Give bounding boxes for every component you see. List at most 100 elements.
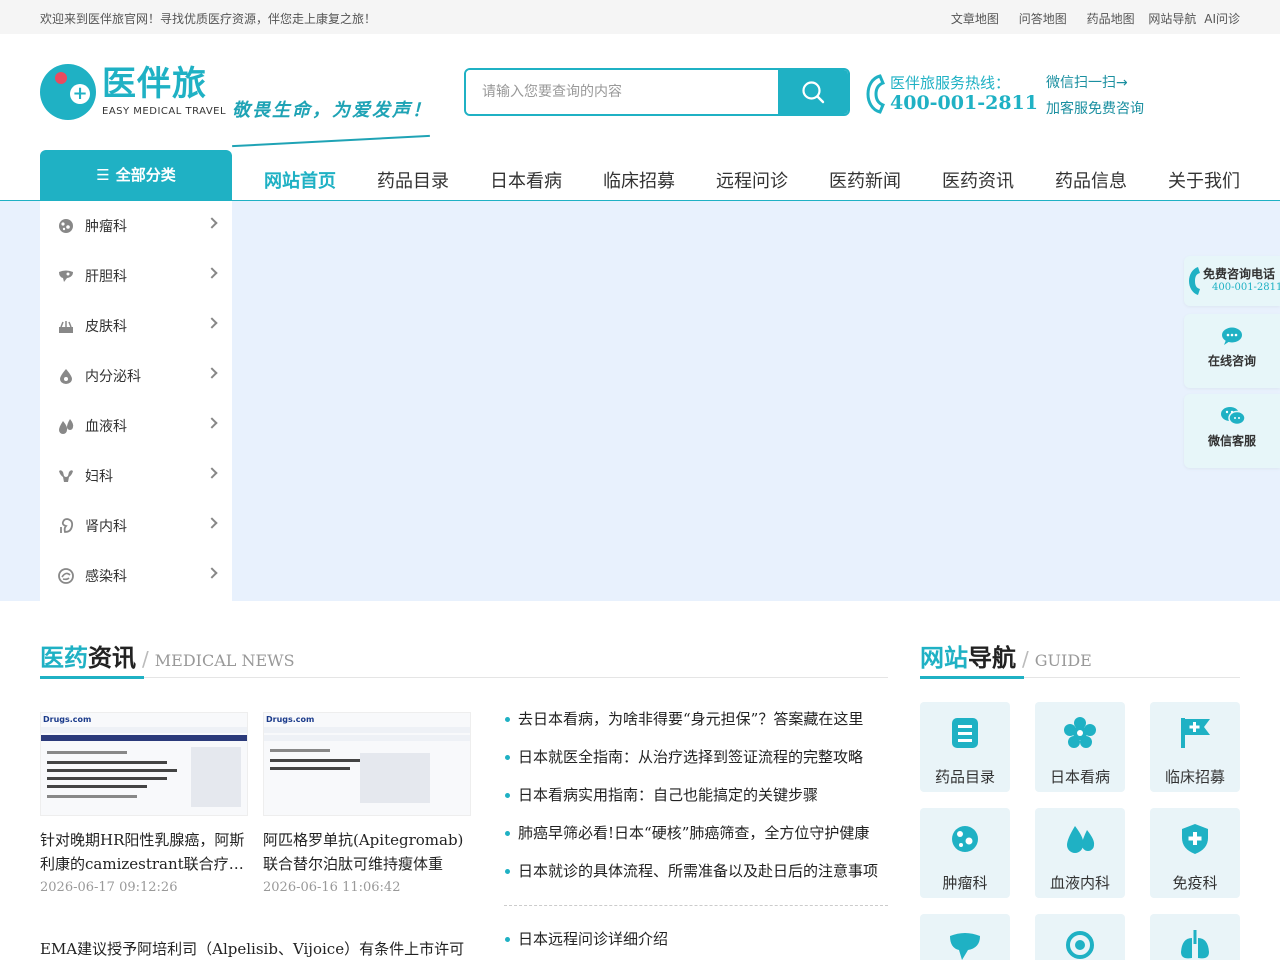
news-card-title[interactable]: 阿匹格罗单抗(Apitegromab)联合替尔泊肽可维持瘦体重: [263, 828, 471, 876]
guide-label: 临床招募: [1164, 768, 1225, 786]
search-button[interactable]: [778, 70, 848, 114]
link-drug-map[interactable]: 药品地图: [1087, 12, 1135, 26]
guide-clinical-recruit[interactable]: 临床招募: [1150, 702, 1240, 792]
news-card[interactable]: Drugs.com 阿匹格罗单抗(Apitegromab)联合替尔泊肽可维持瘦体…: [263, 712, 471, 895]
guide-label: 血液内科: [1049, 874, 1110, 892]
shield-plus-icon: [1182, 824, 1208, 854]
guide-hepatobiliary[interactable]: [920, 914, 1010, 960]
top-bar: 欢迎来到医伴旅官网！寻找优质医疗资源，伴您走上康复之旅！ 文章地图 问答地图 药…: [0, 0, 1280, 34]
link-site-nav[interactable]: 网站导航: [1148, 12, 1196, 26]
guide-label: 肿瘤科: [942, 874, 988, 892]
logo-icon: [40, 64, 96, 120]
link-qa-map[interactable]: 问答地图: [1019, 12, 1067, 26]
nav-home[interactable]: 网站首页: [264, 150, 336, 200]
news-headline[interactable]: EMA建议授予阿培利司（Alpelisib、Vijoice）有条件上市许可: [40, 938, 480, 959]
nav-drug-info[interactable]: 药品信息: [1055, 150, 1127, 200]
list-item[interactable]: 去日本看病，为啥非得要“身元担保”？答案藏在这里: [504, 704, 888, 742]
category-endocrinology[interactable]: 内分泌科: [40, 351, 232, 401]
guide-immunology[interactable]: 免疫科: [1150, 808, 1240, 898]
news-thumbnail[interactable]: Drugs.com: [40, 712, 248, 816]
news-title-main: 资讯: [88, 644, 136, 672]
list-item[interactable]: 日本就诊的具体流程、所需准备以及赴日后的注意事项: [504, 856, 888, 894]
news-card[interactable]: Drugs.com 针对晚期HR阳性乳腺癌，阿斯利康的camizestrant联…: [40, 712, 248, 895]
nav-remote-consult[interactable]: 远程问诊: [716, 150, 788, 200]
news-section-divider: [40, 677, 888, 678]
slogan-underline: [232, 134, 430, 148]
blood-drop-icon: [1067, 826, 1095, 853]
title-slash: /: [142, 647, 149, 671]
search-icon: [802, 81, 825, 104]
category-label: 肾内科: [85, 519, 127, 535]
chevron-right-icon: [206, 567, 218, 579]
category-label: 血液科: [85, 419, 127, 435]
nav-about-us[interactable]: 关于我们: [1168, 150, 1240, 200]
news-card-title[interactable]: 针对晚期HR阳性乳腺癌，阿斯利康的camizestrant联合疗法获批: [40, 828, 248, 876]
header: 医伴旅 EASY MEDICAL TRAVEL 敬畏生命，为爱发声！ 医伴旅服务…: [0, 34, 1280, 150]
logo-en: EASY MEDICAL TRAVEL: [102, 106, 227, 117]
news-list-secondary: 日本远程问诊详细介绍: [504, 924, 888, 960]
news-list-divider: [504, 905, 888, 906]
guide-japan-treatment[interactable]: 日本看病: [1035, 702, 1125, 792]
float-online-consult[interactable]: 在线咨询: [1184, 314, 1280, 388]
wechat-service-label: 微信客服: [1207, 434, 1256, 448]
guide-hematology[interactable]: 血液内科: [1035, 808, 1125, 898]
guide-item-9[interactable]: [1150, 914, 1240, 960]
float-wechat-service[interactable]: 微信客服: [1184, 394, 1280, 468]
guide-section-underline: [920, 676, 1024, 679]
all-categories-button[interactable]: ☰ 全部分类: [40, 150, 232, 201]
category-dermatology[interactable]: 皮肤科: [40, 301, 232, 351]
news-card-date: 2026-06-17 09:12:26: [40, 880, 178, 895]
chevron-right-icon: [206, 367, 218, 379]
nav-medical-news[interactable]: 医药新闻: [829, 150, 901, 200]
nav-medical-info[interactable]: 医药资讯: [942, 150, 1014, 200]
wechat-icon: [1221, 407, 1246, 426]
wechat-promo: 微信扫一扫→ 加客服免费咨询: [1046, 70, 1144, 122]
guide-title-main: 导航: [968, 644, 1016, 672]
guide-drug-catalog[interactable]: 药品目录: [920, 702, 1010, 792]
list-item[interactable]: 日本就医全指南：从治疗选择到签证流程的完整攻略: [504, 742, 888, 780]
hotline-label: 医伴旅服务热线：: [890, 74, 1011, 92]
link-ai-consult[interactable]: AI问诊: [1204, 12, 1240, 26]
virus-icon: [58, 568, 74, 584]
list-item[interactable]: 日本看病实用指南：自己也能搞定的关键步骤: [504, 780, 888, 818]
site-logo[interactable]: 医伴旅 EASY MEDICAL TRAVEL: [40, 62, 226, 126]
wechat-scan-text[interactable]: 微信扫一扫→: [1046, 70, 1144, 96]
category-oncology[interactable]: 肿瘤科: [40, 201, 232, 251]
nav-clinical-recruit[interactable]: 临床招募: [603, 150, 675, 200]
phone-icon: [1189, 267, 1200, 295]
category-label: 肝胆科: [85, 269, 127, 285]
category-gynecology[interactable]: 妇科: [40, 451, 232, 501]
category-nephrology[interactable]: 肾内科: [40, 501, 232, 551]
sakura-icon: [1064, 717, 1096, 748]
logo-name: 医伴旅: [102, 64, 207, 104]
wechat-consult-text: 加客服免费咨询: [1046, 101, 1144, 117]
guide-item-8[interactable]: [1035, 914, 1125, 960]
cell-icon: [952, 826, 978, 852]
category-label: 肿瘤科: [85, 219, 127, 235]
category-infectious[interactable]: 感染科: [40, 551, 232, 601]
link-article-map[interactable]: 文章地图: [951, 12, 999, 26]
chevron-right-icon: [206, 517, 218, 529]
search-box: [464, 68, 850, 116]
search-input[interactable]: [466, 70, 780, 114]
float-free-call[interactable]: 免费咨询电话 400-001-2811: [1184, 256, 1280, 306]
category-hematology[interactable]: 血液科: [40, 401, 232, 451]
category-hepatobiliary[interactable]: 肝胆科: [40, 251, 232, 301]
chevron-right-icon: [206, 417, 218, 429]
news-title-en: MEDICAL NEWS: [154, 651, 295, 670]
guide-label: 日本看病: [1049, 768, 1110, 786]
guide-oncology[interactable]: 肿瘤科: [920, 808, 1010, 898]
top-links: 文章地图 问答地图 药品地图 网站导航 AI问诊: [935, 10, 1240, 27]
chevron-right-icon: [206, 467, 218, 479]
main-navbar: ☰ 全部分类 网站首页 药品目录 日本看病 临床招募 远程问诊 医药新闻 医药资讯…: [0, 150, 1280, 201]
hotline: 医伴旅服务热线： 400-001-2811: [866, 70, 1038, 120]
nav-japan-treatment[interactable]: 日本看病: [490, 150, 562, 200]
list-item[interactable]: 日本远程问诊详细介绍: [504, 924, 888, 960]
chevron-right-icon: [206, 217, 218, 229]
liver-icon: [59, 270, 73, 282]
nav-drug-catalog[interactable]: 药品目录: [377, 150, 449, 200]
title-slash: /: [1022, 647, 1029, 671]
chat-bubble-icon: [1222, 327, 1242, 345]
list-item[interactable]: 肺癌早筛必看!日本“硬核”肺癌筛查，全方位守护健康: [504, 818, 888, 856]
news-thumbnail[interactable]: Drugs.com: [263, 712, 471, 816]
